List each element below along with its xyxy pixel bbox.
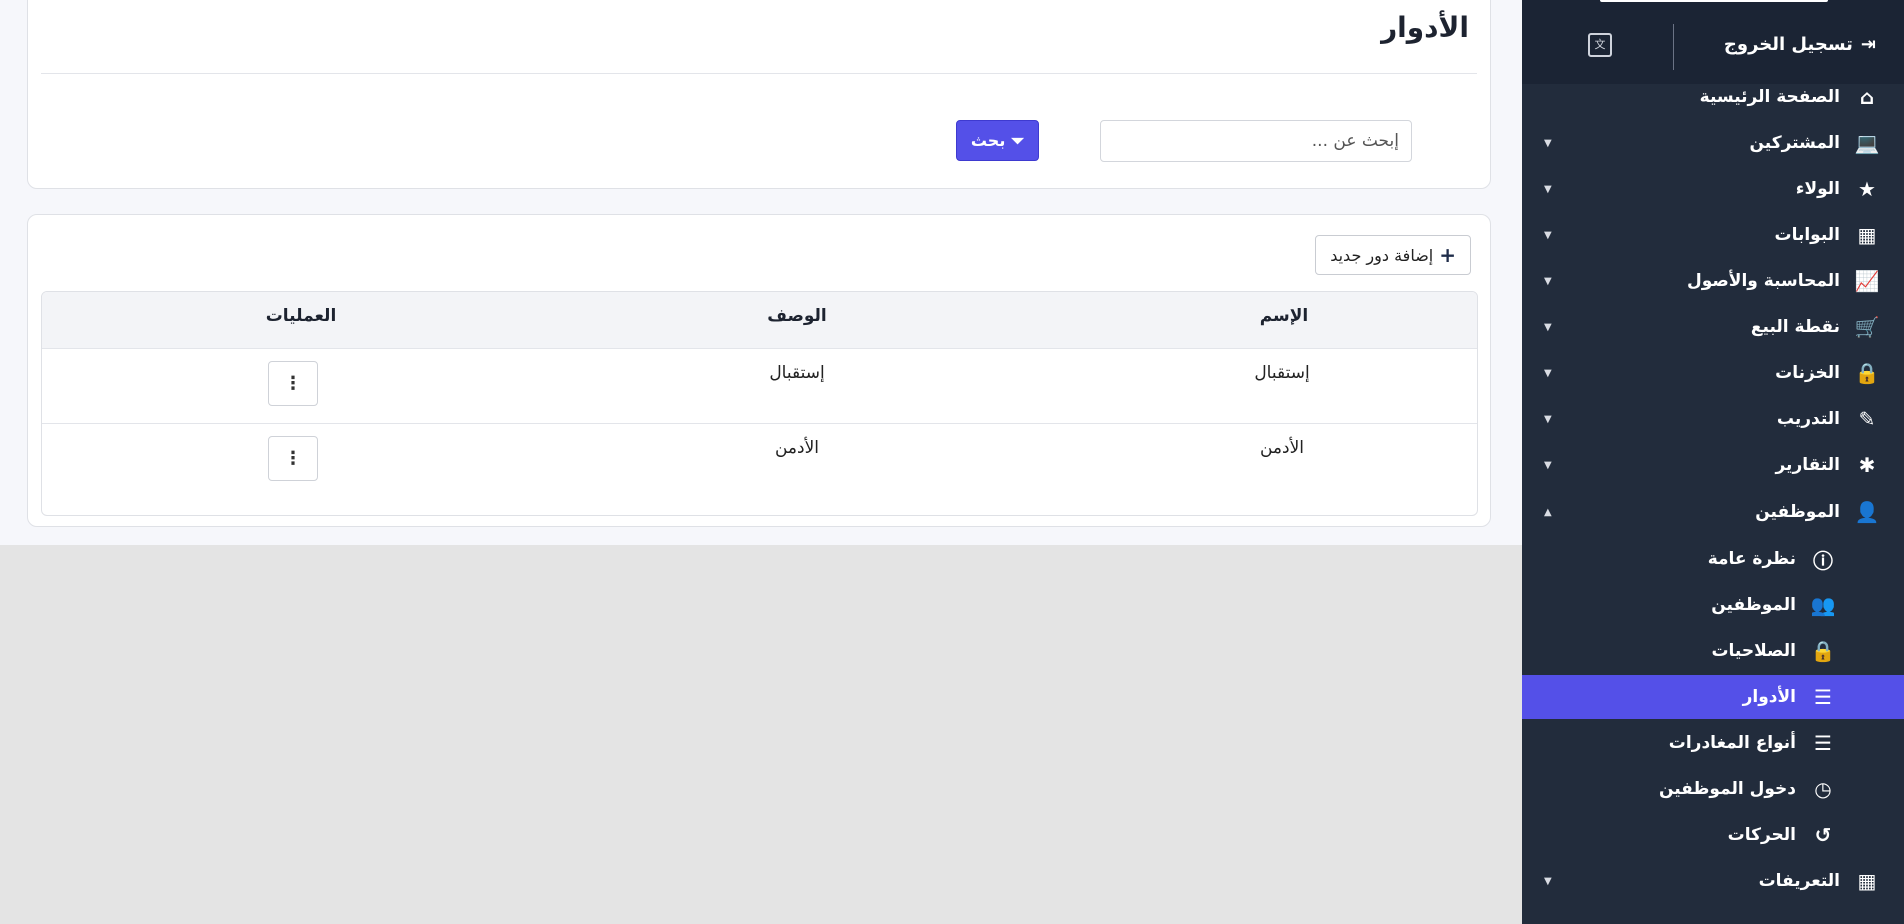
language-icon[interactable]: 文 xyxy=(1588,33,1612,57)
sidebar-item-label: الولاء xyxy=(1795,179,1840,199)
sidebar-item[interactable]: 📈 المحاسبة والأصول ▼ xyxy=(1522,259,1904,303)
search-button-label: بحث xyxy=(970,131,1006,150)
page-title: الأدوار xyxy=(1381,11,1469,44)
info-icon: ⓘ xyxy=(1813,548,1833,573)
sidebar-item-label: الأدوار xyxy=(1742,687,1796,707)
sidebar-item-label: نقطة البيع xyxy=(1750,317,1840,337)
sidebar-item[interactable]: ▦ البوابات ▼ xyxy=(1522,213,1904,257)
laptop-icon: 💻 xyxy=(1854,131,1880,155)
sidebar-item[interactable]: 🔒 الخزنات ▼ xyxy=(1522,351,1904,395)
sidebar-item[interactable]: 👥 الموظفين xyxy=(1522,583,1904,627)
column-header-actions: العمليات xyxy=(265,306,337,326)
sidebar-item[interactable]: ⓘ نظرة عامة xyxy=(1522,537,1904,581)
sidebar-item-label: دخول الموظفين xyxy=(1658,779,1796,799)
caret-icon: ▼ xyxy=(1544,413,1552,425)
sidebar-item[interactable]: ✱ التقارير ▼ xyxy=(1522,443,1904,487)
sidebar-item[interactable]: 👤 الموظفين ▲ xyxy=(1522,490,1904,534)
sidebar-item[interactable]: 💻 المشتركين ▼ xyxy=(1522,121,1904,165)
sidebar-item-label: المشتركين xyxy=(1749,133,1840,153)
role-description: الأدمن xyxy=(774,438,820,458)
sidebar-item[interactable]: 🔒 الصلاحيات xyxy=(1522,629,1904,673)
role-name: الأدمن xyxy=(1259,438,1305,458)
sidebar-item[interactable]: ▦ التعريفات ▼ xyxy=(1522,859,1904,903)
plus-icon: + xyxy=(1439,243,1456,267)
sidebar-item-label: نظرة عامة xyxy=(1707,549,1796,569)
history-icon: ↺ xyxy=(1814,823,1832,847)
column-header-description: الوصف xyxy=(767,306,827,326)
lock-icon: 🔒 xyxy=(1810,639,1836,663)
logout-icon: ⇥ xyxy=(1860,34,1876,55)
sidebar-item-label: الصلاحيات xyxy=(1711,641,1796,661)
table-row: الأدمن الأدمن ⋮ xyxy=(42,423,1477,498)
filter-icon: ⏷ xyxy=(1011,130,1025,150)
caret-icon: ▼ xyxy=(1544,275,1552,287)
role-description: إستقبال xyxy=(769,363,825,383)
list-icon: ☰ xyxy=(1814,685,1832,709)
column-header-name: الإسم xyxy=(1259,306,1309,326)
sidebar-item[interactable]: ◷ دخول الموظفين xyxy=(1522,767,1904,811)
bug-icon: ✱ xyxy=(1858,453,1876,477)
search-input[interactable] xyxy=(1100,120,1412,162)
list-icon: ☰ xyxy=(1814,731,1832,755)
sidebar-item[interactable]: ↺ الحركات xyxy=(1522,813,1904,857)
logout-label: تسجيل الخروج xyxy=(1723,34,1853,55)
sidebar-item-label: الصفحة الرئيسية xyxy=(1699,87,1840,107)
cart-icon: 🛒 xyxy=(1854,315,1880,339)
ellipsis-vertical-icon: ⋮ xyxy=(284,448,302,469)
caret-icon: ▼ xyxy=(1544,321,1552,333)
row-actions-button[interactable]: ⋮ xyxy=(268,361,318,406)
caret-icon: ▼ xyxy=(1544,459,1552,471)
clock-icon: ◷ xyxy=(1814,777,1832,801)
caret-icon: ▼ xyxy=(1544,875,1552,887)
sidebar-item-label: التعريفات xyxy=(1758,871,1840,891)
sidebar-item-label: الخزنات xyxy=(1775,363,1840,383)
star-icon: ★ xyxy=(1858,177,1876,201)
table-icon: ▦ xyxy=(1857,869,1877,893)
row-actions-button[interactable]: ⋮ xyxy=(268,436,318,481)
building-icon: ▦ xyxy=(1857,223,1877,247)
ellipsis-vertical-icon: ⋮ xyxy=(284,373,302,394)
sidebar-item[interactable]: ✎ التدريب ▼ xyxy=(1522,397,1904,441)
sidebar: ⇥ تسجيل الخروج 文 ⌂ الصفحة الرئيسية 💻 المشتر… xyxy=(1522,0,1904,924)
main-content: الأدوار ⏷ بحث + إضافة دور جديد الإسم الو… xyxy=(0,0,1522,545)
sidebar-top-bar xyxy=(1600,0,1828,2)
sidebar-item-label: المحاسبة والأصول xyxy=(1686,271,1840,291)
sidebar-header: ⇥ تسجيل الخروج 文 xyxy=(1522,0,1904,84)
sidebar-item-label: الموظفين xyxy=(1755,502,1840,522)
sidebar-item[interactable]: ☰ الأدوار xyxy=(1522,675,1904,719)
search-button[interactable]: ⏷ بحث xyxy=(956,120,1039,161)
table-row: إستقبال إستقبال ⋮ xyxy=(42,348,1477,423)
magic-wand-icon: ✎ xyxy=(1858,407,1876,431)
sidebar-item[interactable]: ★ الولاء ▼ xyxy=(1522,167,1904,211)
sidebar-item-label: التقارير xyxy=(1775,455,1840,475)
sidebar-item-label: التدريب xyxy=(1776,409,1840,429)
divider xyxy=(41,73,1477,74)
caret-icon: ▼ xyxy=(1544,367,1552,379)
caret-icon: ▲ xyxy=(1544,506,1552,518)
caret-icon: ▼ xyxy=(1544,229,1552,241)
user-icon: 👤 xyxy=(1854,500,1880,524)
sidebar-item-label: أنواع المغادرات xyxy=(1668,733,1796,753)
caret-icon: ▼ xyxy=(1544,183,1552,195)
sidebar-item[interactable]: 🛒 نقطة البيع ▼ xyxy=(1522,305,1904,349)
roles-card: + إضافة دور جديد الإسم الوصف العمليات إس… xyxy=(27,214,1491,527)
sidebar-item-label: الموظفين xyxy=(1711,595,1796,615)
logout-button[interactable]: ⇥ تسجيل الخروج xyxy=(1724,34,1876,55)
sidebar-item[interactable]: ⌂ الصفحة الرئيسية xyxy=(1522,75,1904,119)
separator xyxy=(1673,24,1674,70)
users-icon: 👥 xyxy=(1810,593,1836,617)
chart-line-icon: 📈 xyxy=(1854,269,1880,293)
home-icon: ⌂ xyxy=(1859,85,1875,109)
roles-table: الإسم الوصف العمليات إستقبال إستقبال ⋮ ا… xyxy=(41,291,1478,516)
sidebar-item[interactable]: ☰ أنواع المغادرات xyxy=(1522,721,1904,765)
sidebar-item-label: البوابات xyxy=(1774,225,1841,245)
lock-icon: 🔒 xyxy=(1854,361,1880,385)
sidebar-item-label: الحركات xyxy=(1727,825,1796,845)
caret-icon: ▼ xyxy=(1544,137,1552,149)
add-role-label: إضافة دور جديد xyxy=(1330,245,1434,265)
add-role-button[interactable]: + إضافة دور جديد xyxy=(1315,235,1471,275)
role-name: إستقبال xyxy=(1254,363,1310,383)
